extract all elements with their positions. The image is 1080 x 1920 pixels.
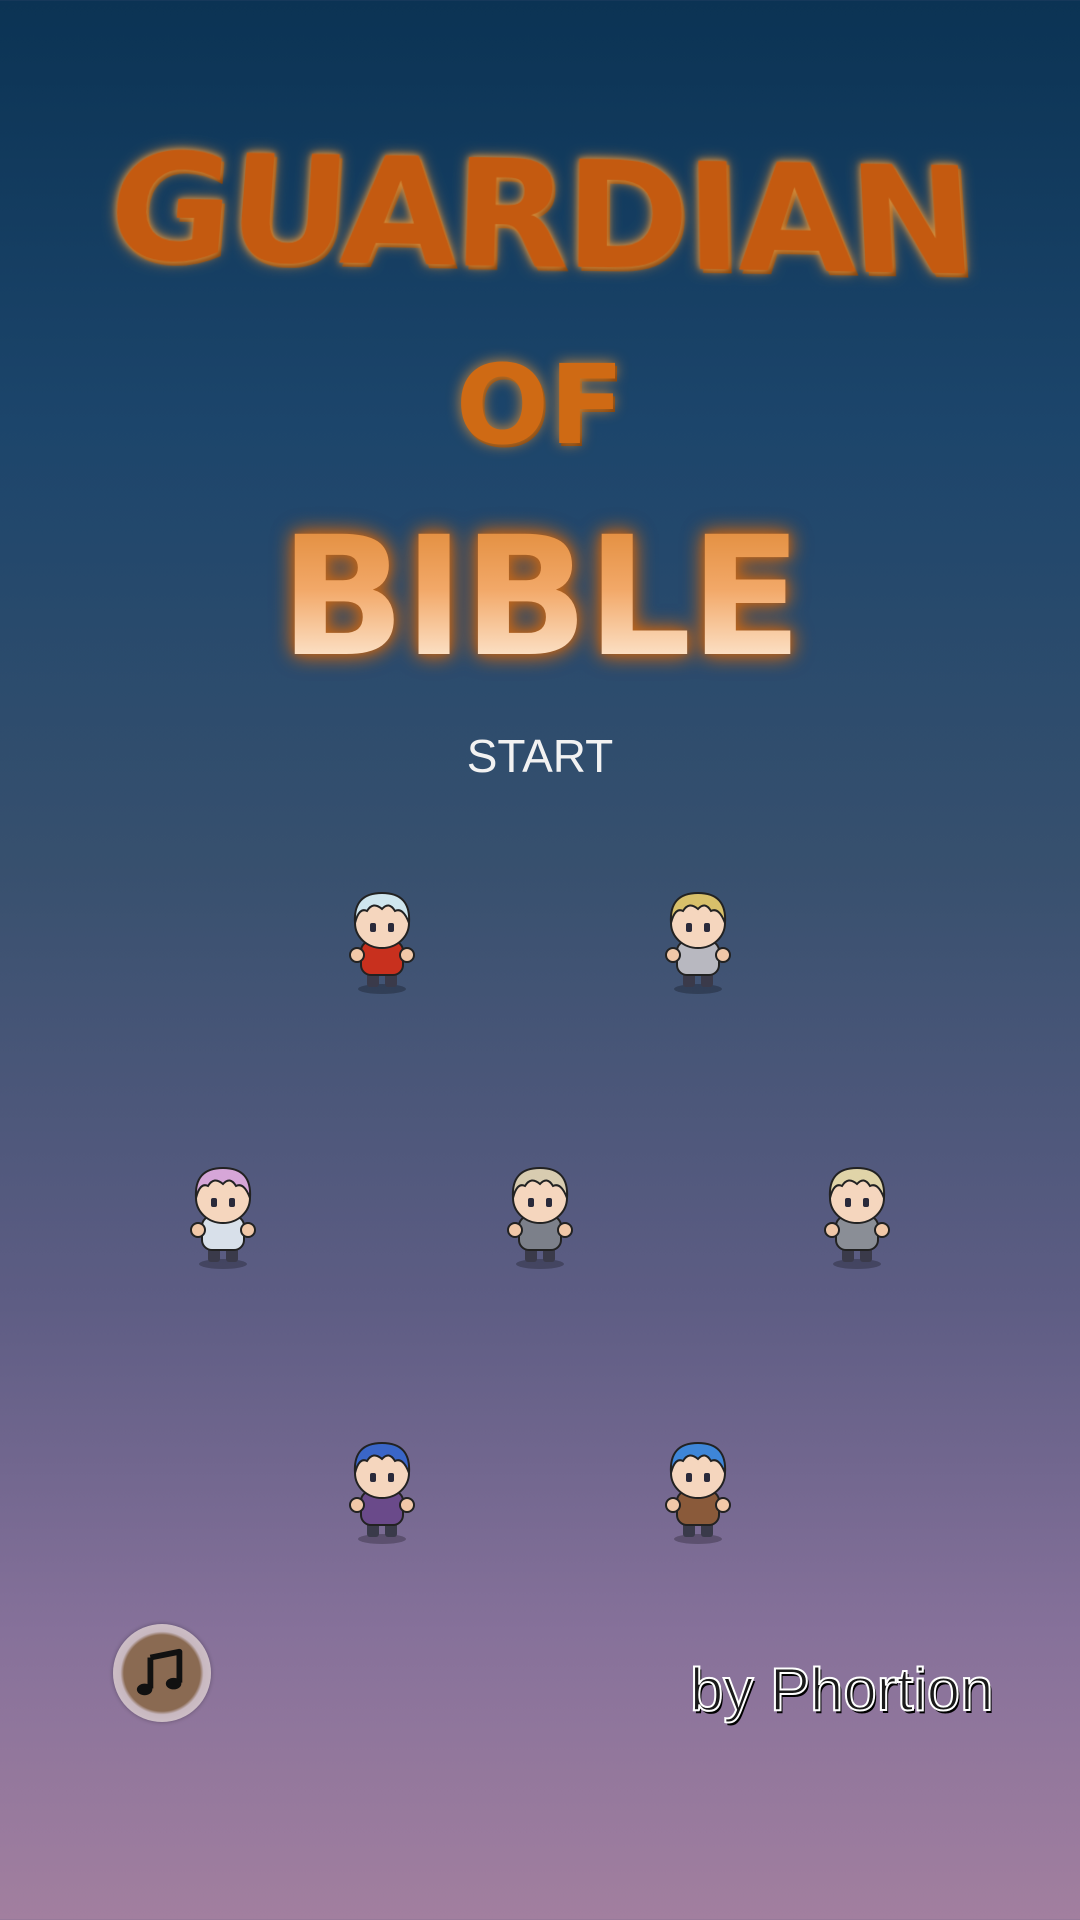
character-blue-haired-sorceress[interactable]: [337, 1435, 427, 1545]
character-blonde-elf-knight[interactable]: [653, 885, 743, 995]
character-sprite-icon: [190, 1166, 256, 1269]
character-sprite-icon: [349, 1441, 415, 1544]
character-sprite-icon: [824, 1166, 890, 1269]
character-sprite-icon: [665, 891, 731, 994]
music-note-icon: [136, 1648, 183, 1696]
character-grey-haired-swordsman[interactable]: [495, 1160, 585, 1270]
start-button[interactable]: START: [430, 726, 650, 786]
character-blue-haired-warrior[interactable]: [653, 1435, 743, 1545]
character-sprite-icon: [665, 1441, 731, 1544]
character-sprite-icon: [349, 891, 415, 994]
credit-text: by Phortion: [689, 1655, 995, 1724]
character-silver-haired-red-armor[interactable]: [337, 885, 427, 995]
character-pink-haired-mage[interactable]: [178, 1160, 268, 1270]
music-toggle-button[interactable]: [113, 1624, 211, 1722]
title-guardian: GUARDIAN: [100, 123, 978, 311]
title-of: OF: [455, 341, 625, 469]
character-sprite-icon: [507, 1166, 573, 1269]
character-blonde-girl[interactable]: [812, 1160, 902, 1270]
title-bible: BIBLE: [0, 515, 1080, 680]
